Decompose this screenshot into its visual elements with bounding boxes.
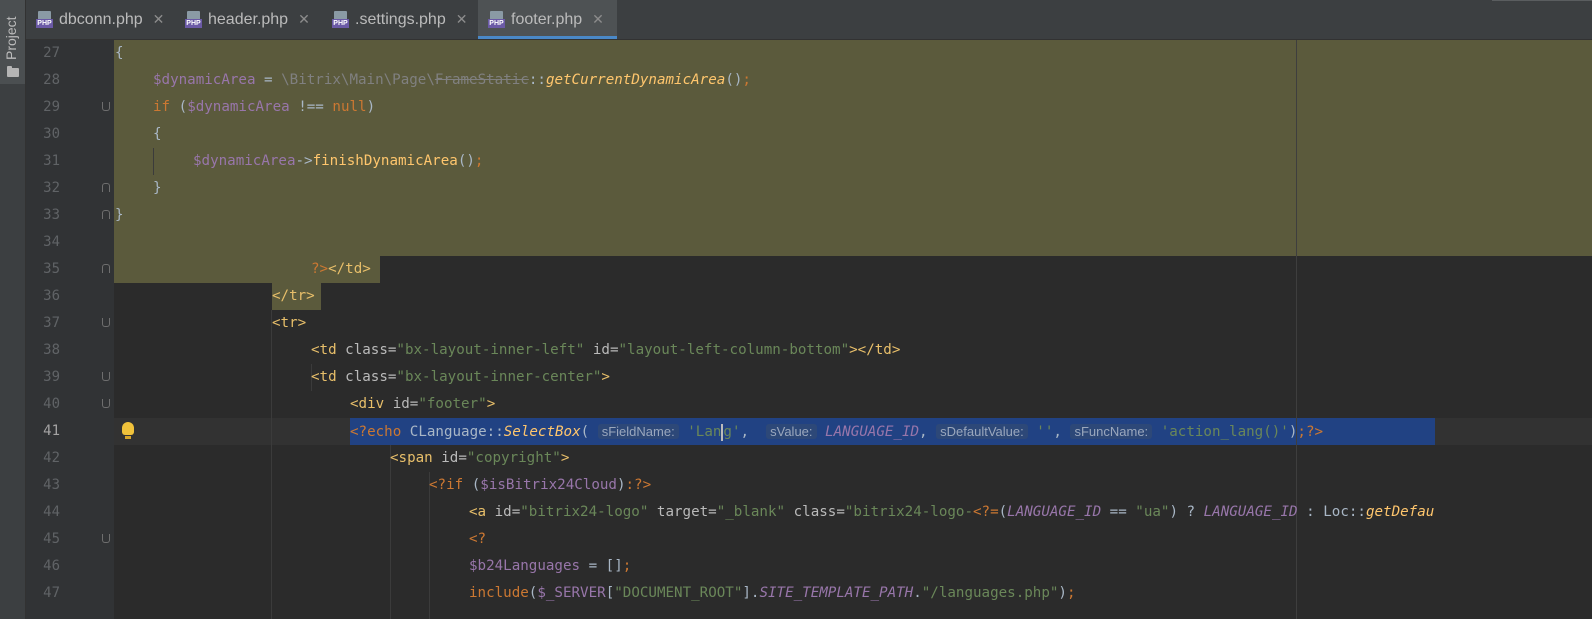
line-number: 29 (43, 99, 60, 115)
line-number: 38 (43, 342, 60, 358)
line-number: 31 (43, 153, 60, 169)
line-number: 41 (43, 423, 60, 439)
editor-tab-bar: PHP dbconn.php ✕ PHP header.php ✕ PHP .s… (26, 0, 1592, 40)
line-number: 47 (43, 585, 60, 601)
fold-marker[interactable] (102, 372, 110, 381)
line-number: 37 (43, 315, 60, 331)
tab-label: .settings.php (355, 10, 446, 28)
line-number: 45 (43, 531, 60, 547)
code-line: 32 } (26, 175, 1592, 202)
code-line: 37 <tr> (26, 310, 1592, 337)
line-number: 42 (43, 450, 60, 466)
code-line: 40 <div id="footer"> (26, 391, 1592, 418)
code-line: 38 <td class="bx-layout-inner-left" id="… (26, 337, 1592, 364)
project-label: Project (3, 16, 19, 60)
code-line: 45 <? (26, 526, 1592, 553)
code-line: 33 } (26, 202, 1592, 229)
fold-marker[interactable] (102, 318, 110, 327)
code-line: 30 { (26, 121, 1592, 148)
code-line: 29 if ($dynamicArea !== null) (26, 94, 1592, 121)
fold-marker[interactable] (102, 210, 110, 219)
line-number: 46 (43, 558, 60, 574)
toolbar-edge (1492, 0, 1592, 1)
fold-marker[interactable] (102, 102, 110, 111)
folder-icon (7, 66, 19, 77)
line-number: 32 (43, 180, 60, 196)
code-editor[interactable]: 27 { 28 $dynamicArea = \Bitrix\Main\Page… (26, 40, 1592, 619)
line-number: 43 (43, 477, 60, 493)
tab-label: header.php (208, 10, 289, 28)
tab-label: dbconn.php (59, 10, 143, 28)
php-file-icon: PHP (332, 11, 349, 28)
code-line: 27 { (26, 40, 1592, 67)
line-number: 33 (43, 207, 60, 223)
line-number: 30 (43, 126, 60, 142)
project-tool-window-bar: Project (0, 0, 26, 619)
php-file-icon: PHP (488, 11, 505, 28)
close-icon[interactable]: ✕ (592, 11, 604, 28)
project-tool-button[interactable]: Project (0, 0, 25, 84)
code-line: 44 <a id="bitrix24-logo" target="_blank"… (26, 499, 1592, 526)
code-line: 42 <span id="copyright"> (26, 445, 1592, 472)
fold-marker[interactable] (102, 399, 110, 408)
line-number: 40 (43, 396, 60, 412)
code-line: 31 $dynamicArea->finishDynamicArea(); (26, 148, 1592, 175)
line-number: 35 (43, 261, 60, 277)
fold-marker[interactable] (102, 264, 110, 273)
code-line: 43 <?if ($isBitrix24Cloud):?> (26, 472, 1592, 499)
close-icon[interactable]: ✕ (153, 11, 165, 28)
tab-settings[interactable]: PHP .settings.php ✕ (332, 0, 467, 39)
code-line: 47 include($_SERVER["DOCUMENT_ROOT"].SIT… (26, 580, 1592, 607)
close-icon[interactable]: ✕ (456, 11, 468, 28)
fold-marker[interactable] (102, 183, 110, 192)
line-number: 27 (43, 45, 60, 61)
code-line: 35 ?></td> (26, 256, 1592, 283)
line-number: 28 (43, 72, 60, 88)
tab-header[interactable]: PHP header.php ✕ (185, 0, 310, 39)
fold-marker[interactable] (102, 534, 110, 543)
code-line: 34 (26, 229, 1592, 256)
tab-dbconn[interactable]: PHP dbconn.php ✕ (36, 0, 164, 39)
close-icon[interactable]: ✕ (298, 11, 310, 28)
code-line: 46 $b24Languages = []; (26, 553, 1592, 580)
line-number: 36 (43, 288, 60, 304)
line-number: 34 (43, 234, 60, 250)
code-line: 39 <td class="bx-layout-inner-center"> (26, 364, 1592, 391)
tab-label: footer.php (511, 10, 583, 28)
code-line: 28 $dynamicArea = \Bitrix\Main\Page\Fram… (26, 67, 1592, 94)
tab-footer[interactable]: PHP footer.php ✕ (478, 0, 617, 39)
php-file-icon: PHP (36, 11, 53, 28)
lightbulb-icon[interactable] (122, 422, 134, 439)
line-number: 39 (43, 369, 60, 385)
code-line: 41 <?echo CLanguage::SelectBox( sFieldNa… (26, 418, 1592, 445)
line-number: 44 (43, 504, 60, 520)
code-line: 36 </tr> (26, 283, 1592, 310)
php-file-icon: PHP (185, 11, 202, 28)
